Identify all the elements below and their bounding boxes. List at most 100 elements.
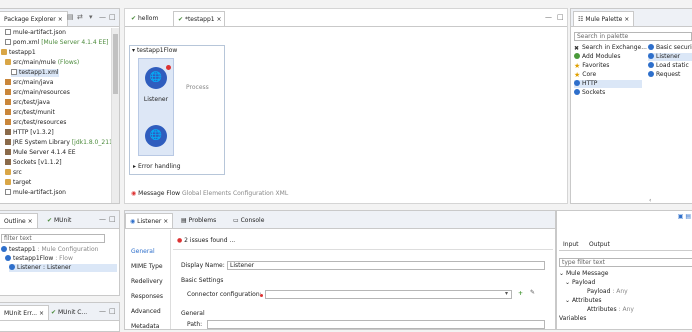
tab-listener[interactable]: ◉ Listener × bbox=[125, 213, 174, 228]
close-icon[interactable]: × bbox=[217, 16, 222, 23]
tab-input[interactable]: Input bbox=[561, 241, 581, 248]
tree-item[interactable]: src/test/java bbox=[5, 99, 50, 107]
display-name-field[interactable]: Listener bbox=[227, 261, 545, 270]
maximize-icon[interactable]: □ bbox=[557, 13, 564, 21]
close-icon[interactable]: × bbox=[58, 16, 63, 23]
palette-search-input[interactable]: Search in palette bbox=[574, 32, 692, 41]
collapse-all-icon[interactable]: ▤ bbox=[67, 13, 74, 21]
tab-munit-errors[interactable]: MUnit Err... × bbox=[0, 305, 50, 320]
close-icon[interactable]: × bbox=[39, 310, 44, 317]
tree-item[interactable]: src/main/mule (Flows) bbox=[5, 59, 79, 67]
minimize-icon[interactable]: — bbox=[99, 215, 106, 223]
metadata-tree-item[interactable]: ⌄ Mule Message bbox=[559, 270, 608, 278]
metadata-filter-input[interactable]: type filter text bbox=[559, 258, 692, 267]
tab-configuration-xml[interactable]: Configuration XML bbox=[233, 190, 288, 197]
tree-item[interactable]: mule-artifact.json bbox=[5, 189, 66, 197]
close-icon[interactable]: × bbox=[624, 16, 629, 23]
tree-item[interactable]: testapp1.xml bbox=[11, 69, 59, 77]
metadata-tree-item[interactable]: Payload : Any bbox=[587, 288, 628, 296]
maximize-icon[interactable]: □ bbox=[109, 307, 116, 315]
tab-global-elements[interactable]: Global Elements bbox=[182, 190, 231, 197]
link-editor-icon[interactable]: ⇄ bbox=[77, 13, 83, 21]
collapsed-icon[interactable]: ▸ bbox=[133, 163, 136, 170]
minimize-icon[interactable]: — bbox=[545, 13, 552, 21]
layout-icon[interactable]: ▤ bbox=[685, 213, 691, 220]
palette-operation[interactable]: Request bbox=[648, 71, 692, 79]
tab-problems[interactable]: ▤ Problems bbox=[177, 213, 220, 228]
listener-icon[interactable]: 🌐 bbox=[145, 67, 167, 89]
metadata-tree-item[interactable]: Variables bbox=[559, 315, 586, 323]
error-handling[interactable]: ▸ Error handling bbox=[133, 163, 181, 170]
close-icon[interactable]: × bbox=[163, 218, 168, 225]
side-nav-item-general[interactable]: General bbox=[131, 248, 155, 256]
minimize-icon[interactable]: — bbox=[99, 307, 106, 315]
side-nav-item-redelivery[interactable]: Redelivery bbox=[131, 278, 163, 286]
source-section[interactable]: 🌐 Listener 🌐 bbox=[138, 58, 174, 156]
maximize-icon[interactable]: □ bbox=[109, 215, 116, 223]
tab-package-explorer[interactable]: Package Explorer × bbox=[0, 11, 68, 26]
palette-item[interactable]: Sockets bbox=[574, 89, 642, 97]
tab-mule-palette[interactable]: ☷ Mule Palette × bbox=[573, 11, 635, 26]
tab-munit[interactable]: ✔ MUnit bbox=[43, 213, 75, 228]
tab-message-flow[interactable]: Message Flow bbox=[138, 190, 180, 197]
palette-item[interactable]: Add Modules bbox=[574, 53, 642, 61]
outline-item[interactable]: testapp1Flow : Flow bbox=[5, 255, 73, 263]
tree-item[interactable]: Sockets [v1.1.2] bbox=[5, 159, 62, 167]
layout-icon[interactable]: ▣ bbox=[678, 213, 684, 220]
tree-item[interactable]: testapp1 bbox=[1, 49, 36, 57]
scrollbar[interactable] bbox=[111, 28, 119, 203]
flow-container[interactable]: ▾ testapp1Flow 🌐 Listener 🌐 Process ▸ Er… bbox=[129, 45, 225, 175]
tree-item[interactable]: pom.xml [Mule Server 4.1.4 EE] bbox=[5, 39, 108, 47]
tree-item[interactable]: Mule Server 4.1.4 EE bbox=[5, 149, 76, 157]
tree-item[interactable]: target bbox=[5, 179, 31, 187]
add-config-icon[interactable]: + bbox=[518, 290, 523, 297]
edit-config-icon[interactable]: ✎ bbox=[530, 289, 535, 296]
metadata-tree-item[interactable]: ⌄ Payload bbox=[565, 279, 595, 287]
scrollbar-thumb[interactable] bbox=[113, 34, 118, 94]
palette-operation[interactable]: Listener bbox=[648, 53, 692, 61]
tab-testapp1[interactable]: ✔ *testapp1 × bbox=[173, 11, 225, 26]
palette-item[interactable]: ★ Core bbox=[574, 71, 642, 79]
maximize-icon[interactable]: □ bbox=[109, 13, 116, 21]
chevron-down-icon[interactable]: ⌄ bbox=[559, 270, 566, 277]
path-field[interactable] bbox=[207, 320, 545, 329]
view-menu-icon[interactable]: ▾ bbox=[89, 13, 93, 21]
expand-icon[interactable]: ▾ bbox=[132, 47, 135, 54]
close-icon[interactable]: × bbox=[28, 218, 33, 225]
tree-item[interactable]: JRE System Library [jdk1.8.0_211] bbox=[5, 139, 115, 147]
outline-filter-input[interactable]: filter text bbox=[1, 234, 105, 243]
metadata-tree-item[interactable]: Attributes : Any bbox=[587, 306, 634, 314]
palette-item[interactable]: HTTP bbox=[574, 80, 642, 88]
tree-item[interactable]: HTTP [v1.3.2] bbox=[5, 129, 54, 137]
outline-item[interactable]: testapp1 : Mule Configuration bbox=[1, 246, 98, 254]
chevron-down-icon[interactable]: ▾ bbox=[505, 290, 508, 297]
tab-munit-coverage[interactable]: ✔ MUnit C... bbox=[47, 305, 91, 320]
chevron-down-icon[interactable]: ⌄ bbox=[565, 279, 572, 286]
tab-console[interactable]: ▭ Console bbox=[229, 213, 268, 228]
issues-text[interactable]: ● 2 issues found ... bbox=[177, 237, 235, 244]
palette-item[interactable]: ✖ Search in Exchange... bbox=[574, 44, 647, 52]
listener-icon[interactable]: 🌐 bbox=[145, 125, 167, 147]
metadata-tree-item[interactable]: ⌄ Attributes bbox=[565, 297, 602, 305]
side-nav-item-advanced[interactable]: Advanced bbox=[131, 308, 161, 316]
tree-item[interactable]: src/main/resources bbox=[5, 89, 70, 97]
palette-scroll-left-icon[interactable]: ‹ bbox=[649, 197, 651, 203]
tree-item[interactable]: mule-artifact.json bbox=[5, 29, 66, 37]
palette-operation[interactable]: Basic securi bbox=[648, 44, 692, 52]
connector-config-select[interactable] bbox=[265, 290, 512, 299]
tree-item[interactable]: src bbox=[5, 169, 22, 177]
minimize-icon[interactable]: — bbox=[99, 13, 106, 21]
side-nav-item-responses[interactable]: Responses bbox=[131, 293, 163, 301]
side-nav-item-mime-type[interactable]: MIME Type bbox=[131, 263, 163, 271]
tab-hellom[interactable]: ✔ hellom bbox=[127, 11, 162, 26]
palette-operation[interactable]: Load static bbox=[648, 62, 692, 70]
outline-item[interactable]: Listener : Listener bbox=[9, 264, 117, 272]
tree-item[interactable]: src/test/resources bbox=[5, 119, 66, 127]
tab-output[interactable]: Output bbox=[589, 241, 610, 248]
tree-item[interactable]: src/test/munit bbox=[5, 109, 55, 117]
tree-item-label: src/test/resources bbox=[13, 119, 67, 126]
tree-item[interactable]: src/main/java bbox=[5, 79, 53, 87]
palette-item[interactable]: ★ Favorites bbox=[574, 62, 642, 70]
chevron-down-icon[interactable]: ⌄ bbox=[565, 297, 572, 304]
tab-outline[interactable]: Outline × bbox=[0, 213, 38, 228]
